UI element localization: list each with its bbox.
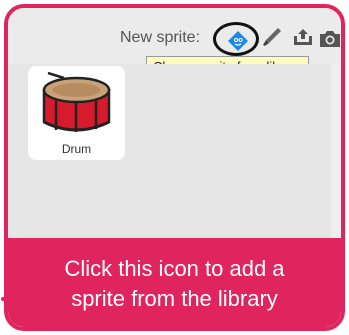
callout-line-2: sprite from the library [71,286,278,311]
paintbrush-icon [263,28,281,46]
new-sprite-label: New sprite: [120,29,201,46]
upload-icon [294,29,312,45]
sprite-thumbnail-drum[interactable]: Drum [28,66,125,160]
drum-icon [42,72,111,132]
new-sprite-from-camera-button[interactable] [319,30,341,53]
callout-line-1: Click this icon to add a [64,256,285,281]
tutorial-frame: New sprite: Drum Click this icon to add … [0,0,349,335]
sprite-panel: New sprite: Drum Click this icon to add … [4,4,345,331]
sprite-name: Drum [61,142,92,156]
camera-icon [320,31,340,47]
tutorial-callout: Click this icon to add a sprite from the… [8,238,341,327]
choose-sprite-from-library-button[interactable] [213,22,259,56]
upload-sprite-button[interactable] [292,27,314,52]
paint-new-sprite-button[interactable] [262,26,282,53]
library-sprite-icon [228,31,248,51]
pointer-dot [1,297,5,301]
